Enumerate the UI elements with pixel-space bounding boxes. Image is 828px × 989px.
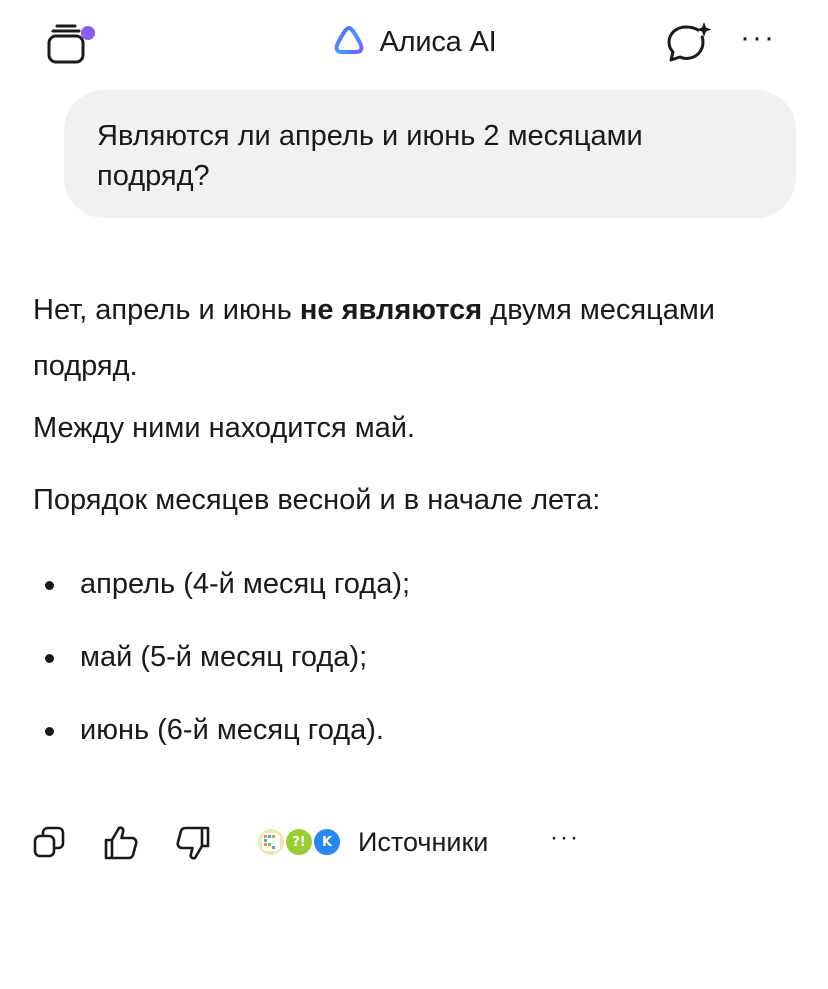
source-quiz-icon: ?! <box>284 827 314 857</box>
list-item: апрель (4-й месяц года); <box>33 564 793 604</box>
user-message-bubble: Являются ли апрель и июнь 2 месяцами под… <box>64 90 796 218</box>
thumbs-down-icon[interactable] <box>174 824 212 867</box>
vk-icon: K <box>312 827 342 857</box>
source-icons: ?! K <box>256 824 348 860</box>
alice-logo-icon <box>332 24 366 61</box>
app-title-text: Алиса AI <box>379 25 497 58</box>
answer-paragraph-1: Нет, апрель и июнь не являются двумя мес… <box>33 282 793 394</box>
thumbs-up-icon[interactable] <box>102 824 140 867</box>
more-menu-button[interactable]: ··· <box>740 23 780 56</box>
list-item-text: апрель (4-й месяц года); <box>80 568 411 600</box>
bullet-icon <box>45 727 54 736</box>
answer-text: Нет, апрель и июнь <box>33 294 300 326</box>
list-item: май (5-й месяц года); <box>33 637 793 677</box>
answer-paragraph-3: Порядок месяцев весной и в начале лета: <box>33 484 601 516</box>
copy-icon[interactable] <box>32 824 66 865</box>
assistant-answer: Нет, апрель и июнь не являются двумя мес… <box>33 282 793 783</box>
top-bar: Алиса AI ··· <box>0 0 828 86</box>
list-item-text: июнь (6-й месяц года). <box>80 714 384 746</box>
message-more-button[interactable]: ··· <box>550 826 580 850</box>
sources-label: Источники <box>358 826 489 857</box>
answer-paragraph-2: Между ними находится май. <box>33 412 416 444</box>
user-message-text: Являются ли апрель и июнь 2 месяцами под… <box>97 120 643 192</box>
bullet-icon <box>45 654 54 663</box>
message-actions: ?! K Источники ··· <box>0 820 828 866</box>
bullet-icon <box>45 581 54 590</box>
answer-bold-text: не являются <box>299 294 483 326</box>
month-list: апрель (4-й месяц года); май (5-й месяц … <box>33 564 793 750</box>
list-item-text: май (5-й месяц года); <box>80 641 368 673</box>
sources-button[interactable]: ?! K Источники <box>256 822 488 862</box>
new-chat-sparkle-icon[interactable] <box>664 20 714 66</box>
list-item: июнь (6-й месяц года). <box>33 710 793 750</box>
source-site-icon <box>256 827 286 857</box>
